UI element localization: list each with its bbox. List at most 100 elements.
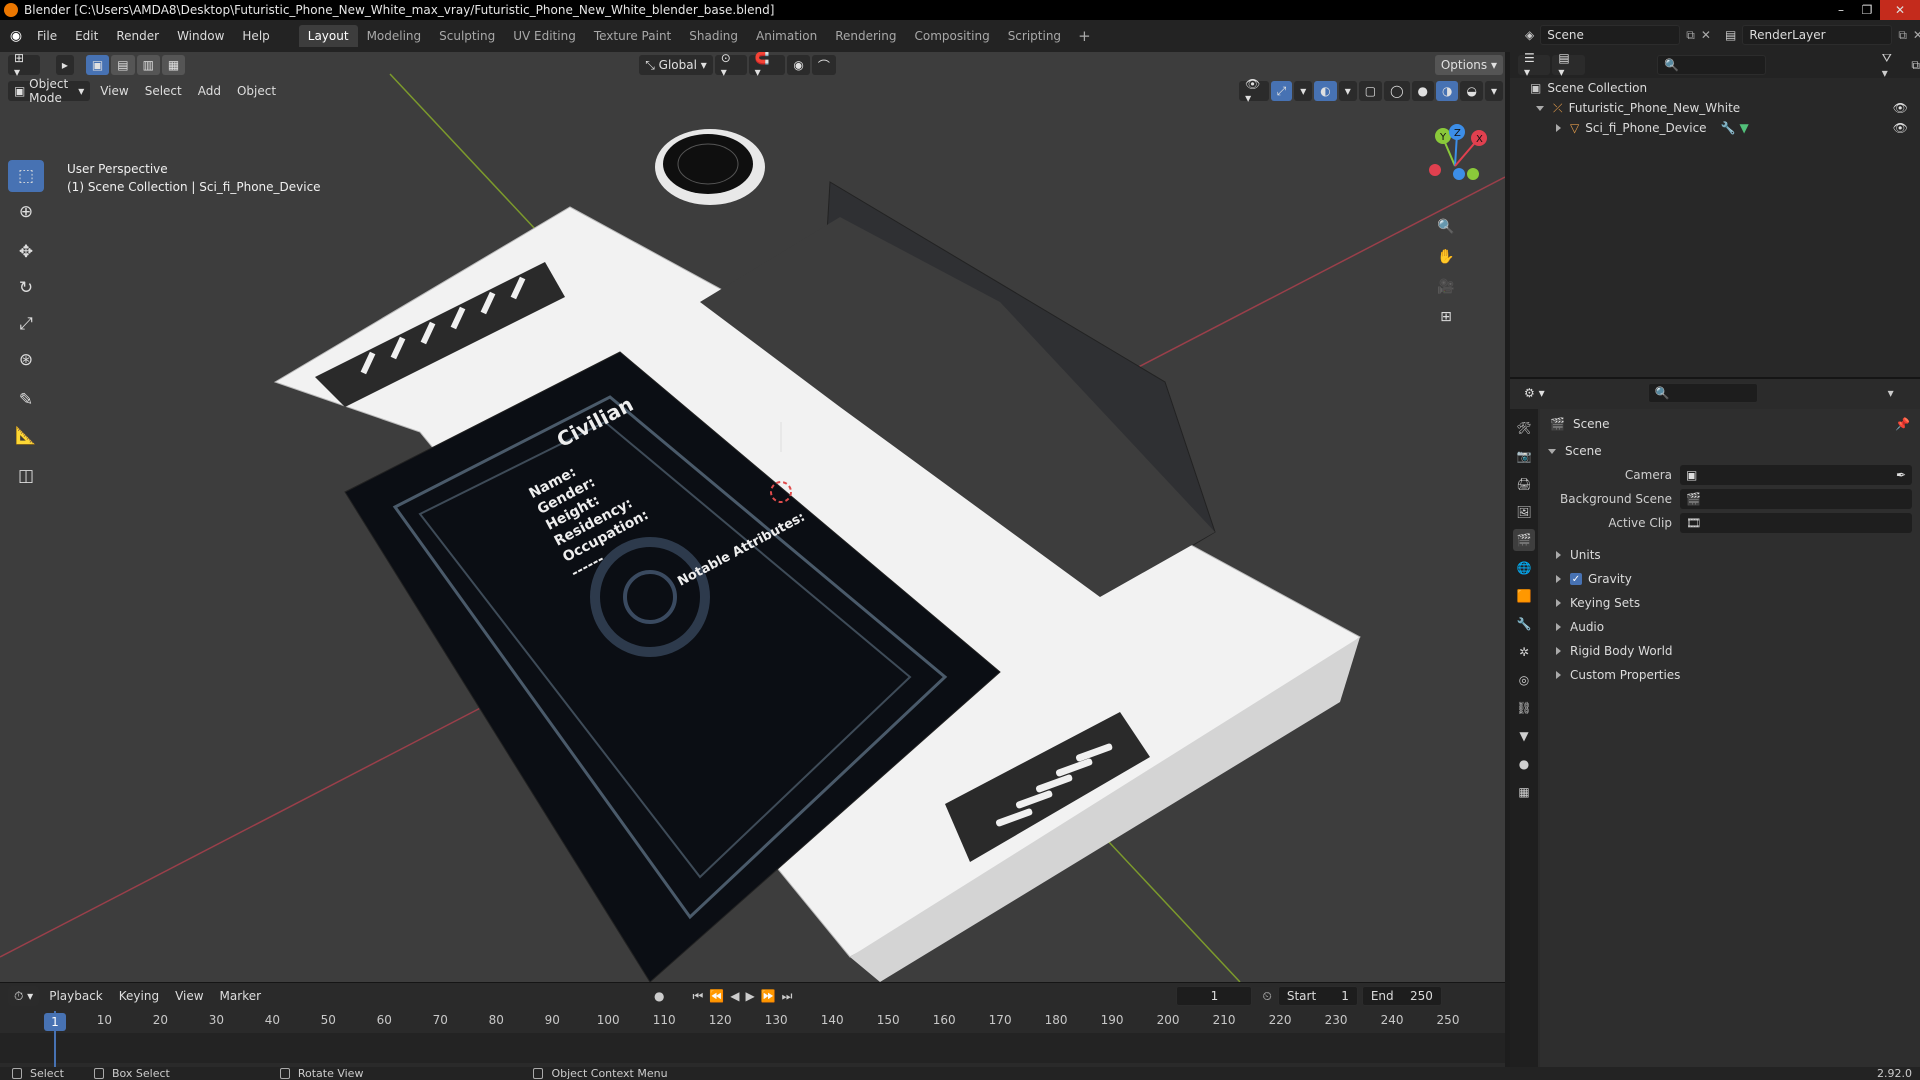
gizmo-toggle-icon[interactable]: ⤢ — [1270, 81, 1293, 101]
zoom-icon[interactable]: 🔍 — [1433, 214, 1459, 240]
start-frame-field[interactable]: Start 1 — [1277, 986, 1358, 1006]
keying-sets-panel[interactable]: Keying Sets — [1540, 591, 1920, 615]
viewport-menu-object[interactable]: Object — [229, 84, 284, 98]
tool-tab-icon[interactable]: 🛠 — [1513, 417, 1535, 439]
proportional-falloff-icon[interactable]: ⌒ — [811, 55, 836, 75]
camera-view-icon[interactable]: 🎥 — [1433, 274, 1459, 300]
constraints-tab-icon[interactable]: ⛓ — [1513, 697, 1535, 719]
proportional-edit-icon[interactable]: ◉ — [787, 55, 810, 75]
scene-panel-header[interactable]: Scene — [1540, 439, 1920, 463]
tab-uv-editing[interactable]: UV Editing — [504, 25, 585, 47]
collection-visibility-eye-icon[interactable]: 👁 — [1893, 101, 1908, 115]
end-frame-field[interactable]: End 250 — [1361, 986, 1442, 1006]
active-clip-field[interactable]: 🎞 — [1680, 513, 1912, 533]
display-mode-icon[interactable]: ▤ ▾ — [1552, 51, 1586, 79]
playback-controls[interactable]: ⏮⏪◀▶⏩⏭ — [693, 989, 799, 1004]
texture-tab-icon[interactable]: ▦ — [1513, 781, 1535, 803]
overlay-toggle-icon[interactable]: ◐ — [1314, 81, 1337, 101]
blender-menu-icon[interactable]: ◉ — [4, 28, 28, 44]
tab-sculpting[interactable]: Sculpting — [430, 25, 504, 47]
tab-layout[interactable]: Layout — [298, 25, 358, 47]
shading-dropdown-icon[interactable]: ▾ — [1484, 81, 1503, 101]
rigid-body-world-panel[interactable]: Rigid Body World — [1540, 639, 1920, 663]
select-extend-mode-icon[interactable]: ▤ — [111, 55, 135, 75]
background-scene-field[interactable]: 🎬 — [1680, 489, 1912, 509]
timeline-editor-type-icon[interactable]: ⏱ ▾ — [8, 986, 40, 1006]
material-tab-icon[interactable]: ● — [1513, 753, 1535, 775]
menu-help[interactable]: Help — [233, 29, 278, 43]
modifier-tab-icon[interactable]: 🔧 — [1513, 613, 1535, 635]
viewport-menu-select[interactable]: Select — [137, 84, 190, 98]
timeline-menu-marker[interactable]: Marker — [212, 989, 269, 1003]
auto-keying-icon[interactable]: ● — [654, 989, 664, 1003]
snap-icon[interactable]: 🧲 ▾ — [748, 52, 786, 79]
move-tool-icon[interactable]: ✥ — [8, 236, 44, 268]
select-invert-mode-icon[interactable]: ▦ — [161, 55, 186, 75]
delete-view-layer-icon[interactable]: ✕ — [1913, 28, 1920, 42]
outliner-editor-type-icon[interactable]: ☰ ▾ — [1518, 51, 1551, 79]
menu-edit[interactable]: Edit — [66, 29, 107, 43]
pivot-point-icon[interactable]: ⊙ ▾ — [714, 52, 747, 79]
rotate-tool-icon[interactable]: ↻ — [8, 272, 44, 304]
tab-animation[interactable]: Animation — [747, 25, 826, 47]
measure-tool-icon[interactable]: 📐 — [8, 420, 44, 452]
outliner-row-object[interactable]: ▽ Sci_fi_Phone_Device 🔧 ▼ 👁 — [1510, 118, 1920, 138]
tab-rendering[interactable]: Rendering — [826, 25, 905, 47]
menu-file[interactable]: File — [28, 29, 66, 43]
gravity-panel[interactable]: ✓ Gravity — [1540, 567, 1920, 591]
delete-scene-icon[interactable]: ✕ — [1701, 28, 1711, 42]
add-cube-tool-icon[interactable]: ◫ — [8, 460, 44, 492]
particles-tab-icon[interactable]: ✲ — [1513, 641, 1535, 663]
outliner-row-collection[interactable]: ⤫ Futuristic_Phone_New_White 👁 — [1510, 98, 1920, 118]
pin-icon[interactable]: 📌 — [1895, 417, 1910, 431]
scene-tab-icon[interactable]: 🎬 — [1513, 529, 1535, 551]
scale-tool-icon[interactable]: ⤢ — [8, 308, 44, 340]
viewport-menu-view[interactable]: View — [92, 84, 136, 98]
view-layer-field[interactable]: RenderLayer — [1742, 25, 1893, 45]
new-view-layer-icon[interactable]: ⧉ — [1898, 28, 1907, 43]
rendered-shading-icon[interactable]: ◒ — [1460, 81, 1483, 101]
eyedropper-icon[interactable]: ✒ — [1896, 468, 1906, 482]
render-tab-icon[interactable]: 📷 — [1513, 445, 1535, 467]
properties-editor-type-icon[interactable]: ⚙ ▾ — [1518, 383, 1551, 403]
add-workspace-button[interactable]: + — [1070, 27, 1099, 45]
tab-texture-paint[interactable]: Texture Paint — [585, 25, 680, 47]
outliner-search-input[interactable]: 🔍 — [1657, 55, 1766, 75]
properties-search-input[interactable]: 🔍 — [1647, 383, 1758, 403]
timeline-ruler[interactable]: 10 20 30 40 50 60 70 80 90 100 110 120 130 140 150 160 1… — [0, 1013, 1505, 1033]
view-layer-tab-icon[interactable]: 🖼 — [1513, 501, 1535, 523]
annotate-tool-icon[interactable]: ✎ — [8, 384, 44, 416]
ortho-toggle-icon[interactable]: ⊞ — [1433, 304, 1459, 330]
scene-name-field[interactable]: Scene — [1540, 25, 1681, 45]
timeline-menu-playback[interactable]: Playback — [41, 989, 111, 1003]
world-tab-icon[interactable]: 🌐 — [1513, 557, 1535, 579]
outliner-row-scene-collection[interactable]: ▣ Scene Collection — [1510, 78, 1920, 98]
axis-gizmo[interactable]: Y Z X — [1407, 118, 1487, 208]
tool-select-icon[interactable]: ▸ — [55, 55, 74, 75]
timeline-track-area[interactable] — [0, 1033, 1505, 1063]
data-tab-icon[interactable]: ▼ — [1513, 725, 1535, 747]
current-frame-field[interactable]: 1 — [1176, 986, 1253, 1006]
new-scene-icon[interactable]: ⧉ — [1686, 28, 1695, 43]
visibility-icon[interactable]: 👁 ▾ — [1239, 77, 1269, 105]
camera-field[interactable]: ▣ ✒ — [1680, 465, 1912, 485]
select-subtract-mode-icon[interactable]: ▥ — [136, 55, 160, 75]
scene-icon[interactable]: ◈ — [1525, 28, 1534, 42]
maximize-button[interactable]: ❐ — [1854, 0, 1880, 20]
properties-options-icon[interactable]: ▾ — [1888, 386, 1894, 400]
playhead-frame[interactable]: 1 — [44, 1013, 66, 1031]
3d-viewport[interactable]: Civilian Name: Gender: Height: Residency… — [0, 52, 1505, 982]
close-window-button[interactable]: ✕ — [1880, 0, 1920, 20]
mode-dropdown[interactable]: ▣ Object Mode ▾ — [8, 77, 91, 105]
preview-range-icon[interactable]: ⏲ — [1262, 989, 1271, 1004]
tab-scripting[interactable]: Scripting — [999, 25, 1070, 47]
material-preview-shading-icon[interactable]: ◑ — [1436, 81, 1459, 101]
select-tool-icon[interactable]: ⬚ — [8, 160, 44, 192]
editor-type-icon[interactable]: ⊞ ▾ — [8, 52, 40, 79]
tab-modeling[interactable]: Modeling — [358, 25, 431, 47]
cursor-tool-icon[interactable]: ⊕ — [8, 196, 44, 228]
solid-shading-icon[interactable]: ● — [1411, 81, 1434, 101]
tab-compositing[interactable]: Compositing — [905, 25, 998, 47]
timeline-menu-view[interactable]: View — [167, 989, 211, 1003]
xray-toggle-icon[interactable]: ▢ — [1358, 81, 1383, 101]
